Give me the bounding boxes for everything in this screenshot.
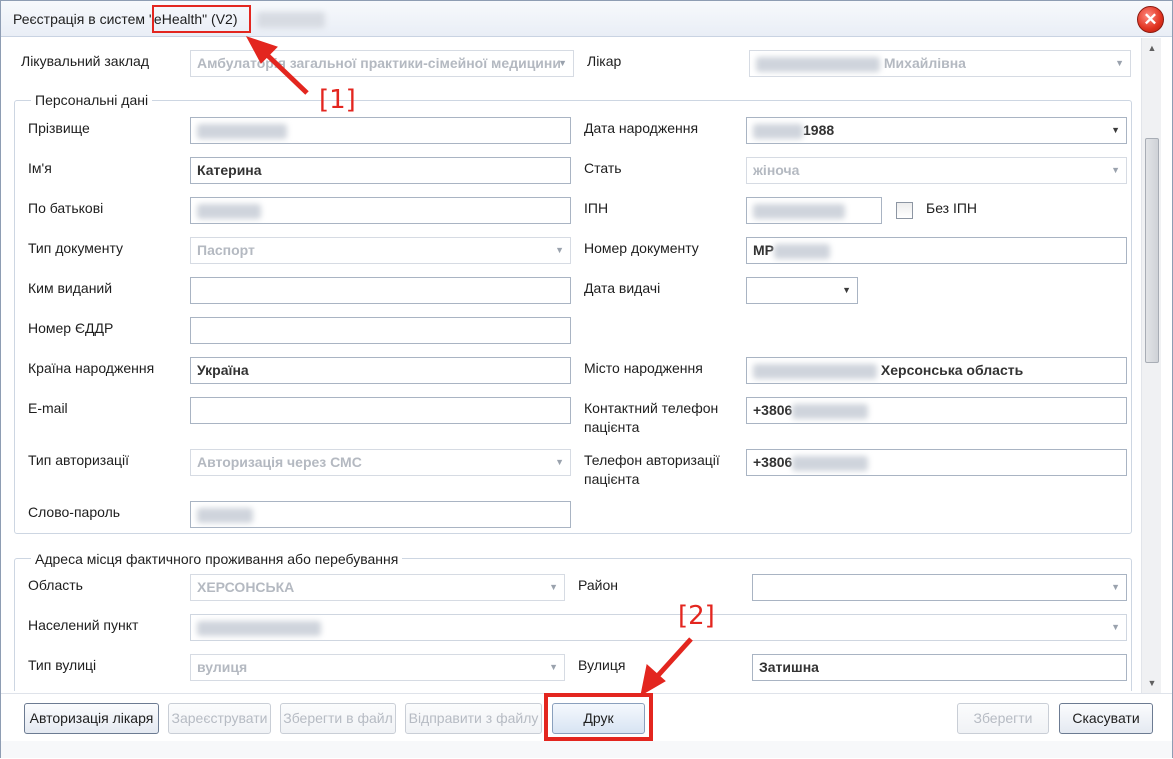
annotation-label-1: [1]	[319, 85, 356, 115]
annotation-arrow-1	[261, 49, 309, 95]
annotation-arrow-2	[651, 637, 693, 683]
registration-dialog: Реєстрація в систем "eHealth" (V2) ✕ Лік…	[0, 0, 1173, 758]
annotation-arrows	[245, 36, 693, 696]
annotation-label-2: [2]	[678, 601, 715, 631]
